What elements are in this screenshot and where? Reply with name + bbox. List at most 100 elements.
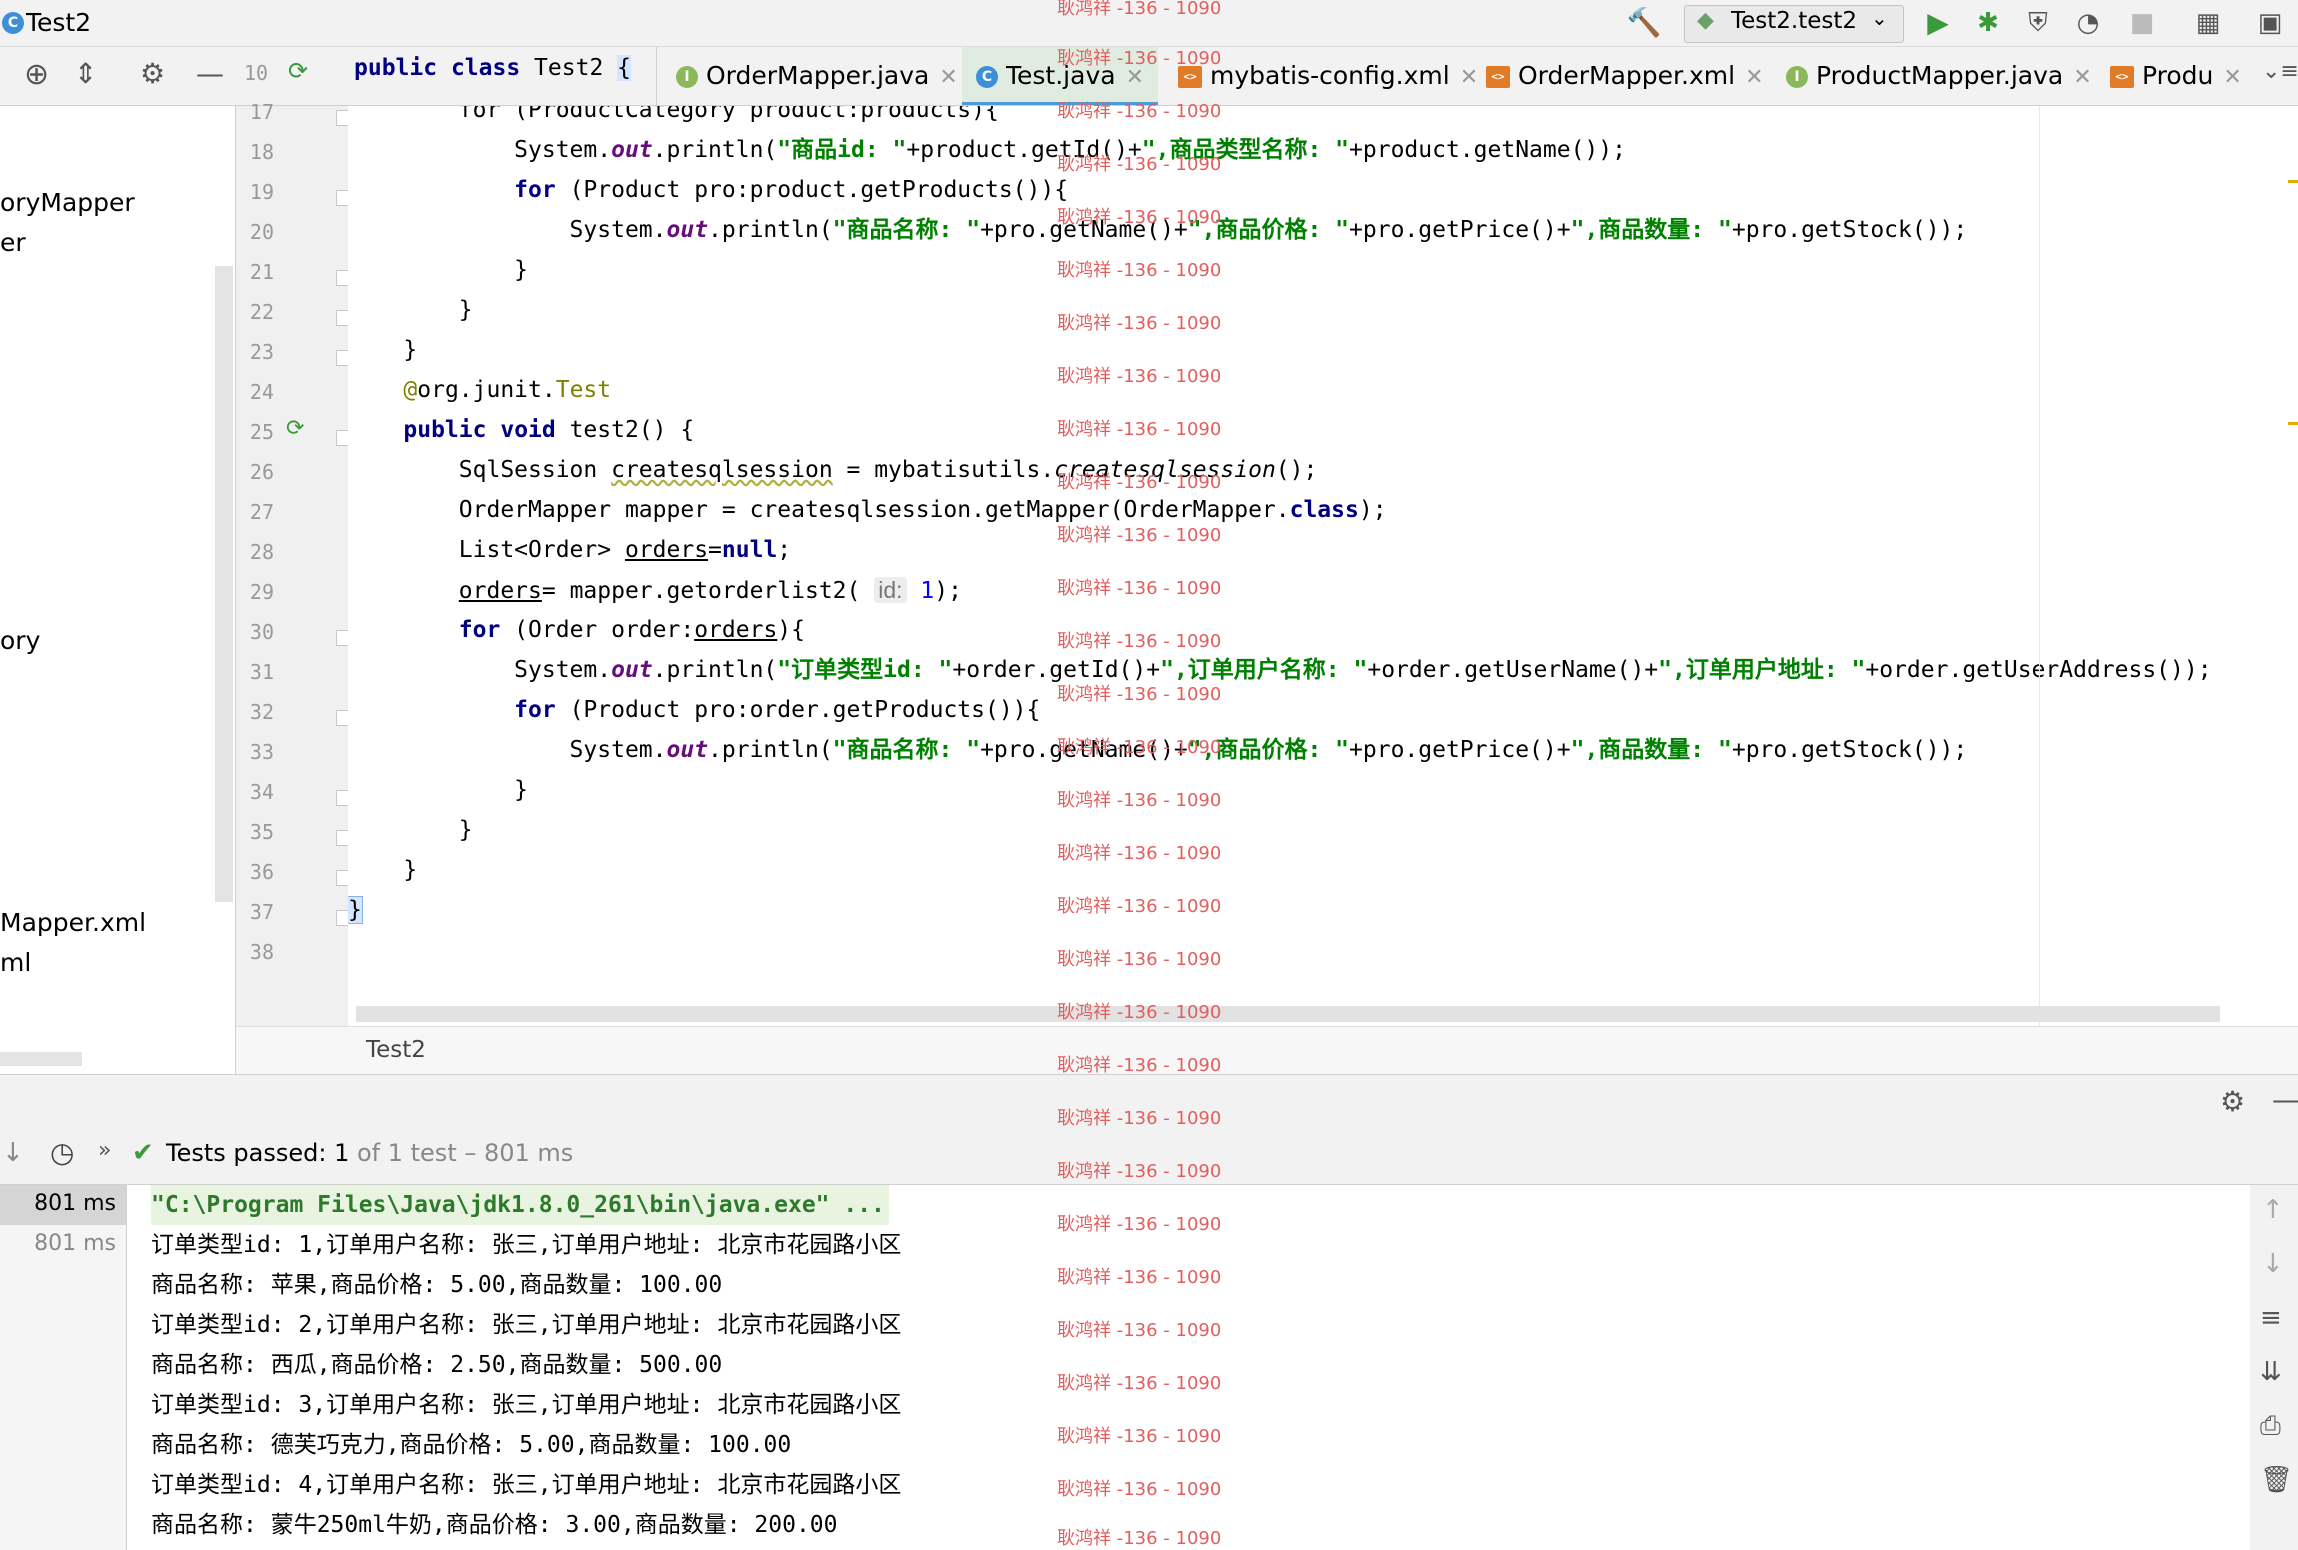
tab-produ[interactable]: <> Produ ✕ bbox=[2110, 47, 2242, 105]
code-line-30: for (Order order:orders){ bbox=[348, 610, 805, 650]
line-number: 28 bbox=[249, 540, 274, 564]
error-stripe-marker[interactable] bbox=[2288, 422, 2298, 425]
project-structure-icon[interactable]: ▦ bbox=[2188, 3, 2228, 43]
keyword-public: public bbox=[354, 55, 438, 81]
error-stripe-marker[interactable] bbox=[2288, 180, 2298, 183]
code-editor[interactable]: for (ProductCategory product:products){ … bbox=[348, 106, 2298, 1026]
code-text: ); bbox=[934, 578, 962, 604]
code-text: .println( bbox=[652, 657, 778, 683]
code-text: } bbox=[348, 817, 473, 843]
project-tree-item[interactable]: er bbox=[0, 228, 26, 257]
parameter-hint: id: bbox=[874, 577, 907, 603]
arrow-up-icon[interactable]: ↑ bbox=[2262, 1195, 2284, 1225]
tab-mybatis-config-xml[interactable]: <> mybatis-config.xml ✕ bbox=[1178, 47, 1478, 105]
history-icon[interactable]: ◷ bbox=[50, 1136, 74, 1169]
run-icon[interactable]: ▶ bbox=[1918, 3, 1958, 43]
watermark-text: 耿鸿祥 -136 - 1090 bbox=[1057, 366, 1222, 387]
code-text: } bbox=[348, 857, 418, 883]
terminal-icon[interactable]: ▣ bbox=[2250, 3, 2290, 43]
scroll-to-end-icon[interactable]: ⇊ bbox=[2260, 1357, 2282, 1387]
tab-productmapper-java[interactable]: I ProductMapper.java ✕ bbox=[1786, 47, 2092, 105]
code-text: } bbox=[348, 297, 473, 323]
console-line-command: "C:\Program Files\Java\jdk1.8.0_261\bin\… bbox=[151, 1185, 889, 1225]
close-icon[interactable]: ✕ bbox=[2073, 65, 2091, 90]
console-line: 商品名称: 西瓜,商品价格: 2.50,商品数量: 500.00 bbox=[151, 1352, 723, 1378]
project-tree-item[interactable]: oryMapper bbox=[0, 188, 135, 217]
project-tree-item[interactable]: Mapper.xml bbox=[0, 908, 146, 937]
gear-icon[interactable]: ⚙ bbox=[2220, 1085, 2245, 1118]
code-field: out bbox=[611, 137, 653, 163]
code-line-25: public void test2() { bbox=[348, 410, 694, 450]
line-number: 31 bbox=[249, 660, 274, 684]
close-icon[interactable]: ✕ bbox=[2223, 65, 2241, 90]
tab-label: Produ bbox=[2142, 61, 2214, 90]
watermark-text: 耿鸿祥 -136 - 1090 bbox=[1057, 0, 1222, 19]
code-line-27: OrderMapper mapper = createsqlsession.ge… bbox=[348, 490, 1387, 530]
stop-icon[interactable]: ■ bbox=[2122, 3, 2162, 43]
code-annotation: Test bbox=[555, 377, 612, 403]
tab-ordermapper-java[interactable]: I OrderMapper.java ✕ bbox=[676, 47, 958, 105]
class-icon: C bbox=[976, 66, 998, 88]
project-horizontal-scrollbar[interactable] bbox=[0, 1052, 82, 1066]
project-tree-item[interactable]: ory bbox=[0, 626, 40, 655]
code-text: = mybatisutils. bbox=[832, 457, 1055, 483]
close-icon[interactable]: ✕ bbox=[1460, 65, 1478, 90]
code-text: +pro.getPrice()+ bbox=[1349, 217, 1571, 243]
profile-icon[interactable]: ◔ bbox=[2068, 3, 2108, 43]
test-tree-row-selected[interactable]: 801 ms bbox=[0, 1185, 126, 1225]
more-icon[interactable]: » bbox=[98, 1138, 111, 1163]
code-text: System. bbox=[348, 217, 667, 243]
soft-wrap-icon[interactable]: ≡ bbox=[2260, 1303, 2282, 1333]
line-number: 24 bbox=[249, 380, 274, 404]
run-test-gutter-icon[interactable]: ⟳ bbox=[286, 416, 304, 441]
run-configuration-select[interactable]: ◆ Test2.test2 ⌄ bbox=[1684, 5, 1904, 43]
test-tree: 801 ms 801 ms bbox=[0, 1185, 127, 1550]
code-text: } bbox=[348, 257, 529, 283]
tab-overflow-icon[interactable]: ⌄≡ bbox=[2262, 59, 2298, 84]
sort-down-icon[interactable]: ↓ bbox=[2, 1138, 24, 1168]
minimize-icon[interactable]: — bbox=[2272, 1083, 2298, 1116]
locate-icon[interactable]: ⊕ bbox=[24, 57, 49, 92]
code-line-34: } bbox=[348, 770, 528, 810]
close-icon[interactable]: ✕ bbox=[1745, 65, 1763, 90]
hammer-icon[interactable]: 🔨 bbox=[1624, 3, 1664, 43]
line-number: 17 bbox=[249, 100, 274, 124]
print-icon[interactable]: ⎙ bbox=[2260, 1411, 2281, 1442]
gear-icon[interactable]: ⚙ bbox=[140, 57, 165, 90]
code-text: System. bbox=[348, 737, 667, 763]
test-tree-row[interactable]: 801 ms bbox=[0, 1225, 126, 1265]
code-string: ",商品数量: " bbox=[1570, 737, 1732, 763]
console-line: 订单类型id: 4,订单用户名称: 张三,订单用户地址: 北京市花园路小区 bbox=[151, 1472, 902, 1498]
project-scrollbar[interactable] bbox=[215, 266, 233, 902]
run-config-label: Test2.test2 bbox=[1731, 8, 1858, 34]
line-number: 22 bbox=[249, 300, 274, 324]
watermark-text: 耿鸿祥 -136 - 1090 bbox=[1057, 631, 1222, 652]
trash-icon[interactable]: 🗑 bbox=[2260, 1465, 2293, 1495]
debug-icon[interactable]: ✱ bbox=[1968, 3, 2008, 43]
code-text: +order.getUserName()+ bbox=[1367, 657, 1659, 683]
passed-count: 1 bbox=[334, 1139, 350, 1167]
minimize-icon[interactable]: — bbox=[196, 57, 224, 90]
coverage-icon[interactable]: ⛨ bbox=[2018, 3, 2058, 43]
arrow-down-icon[interactable]: ↓ bbox=[2262, 1249, 2284, 1279]
close-icon[interactable]: ✕ bbox=[939, 65, 957, 90]
test-duration: 801 ms bbox=[34, 1231, 116, 1256]
code-text: .println( bbox=[708, 217, 833, 243]
code-text: createsqlsession bbox=[611, 457, 833, 483]
watermark-text: 耿鸿祥 -136 - 1090 bbox=[1057, 737, 1222, 758]
code-line-17: for (ProductCategory product:products){ bbox=[348, 106, 999, 130]
code-text: ); bbox=[1358, 497, 1387, 523]
tab-label: ProductMapper.java bbox=[1816, 61, 2064, 90]
run-gutter-icon[interactable]: ⟳ bbox=[288, 57, 308, 85]
console-line: 商品名称: 蒙牛250ml牛奶,商品价格: 3.00,商品数量: 200.00 bbox=[151, 1512, 838, 1538]
watermark-text: 耿鸿祥 -136 - 1090 bbox=[1057, 684, 1222, 705]
test-status: Tests passed: 1 of 1 test – 801 ms bbox=[166, 1139, 573, 1167]
collapse-icon[interactable]: ⇕ bbox=[74, 57, 97, 90]
code-keyword: public bbox=[403, 417, 487, 443]
code-keyword: for bbox=[514, 697, 556, 723]
editor-horizontal-scrollbar[interactable] bbox=[356, 1006, 2220, 1022]
project-tree-item[interactable]: ml bbox=[0, 948, 31, 977]
tab-ordermapper-xml[interactable]: <> OrderMapper.xml ✕ bbox=[1486, 47, 1764, 105]
keyword-class: class bbox=[450, 55, 521, 81]
breadcrumb-item[interactable]: Test2 bbox=[366, 1037, 426, 1063]
